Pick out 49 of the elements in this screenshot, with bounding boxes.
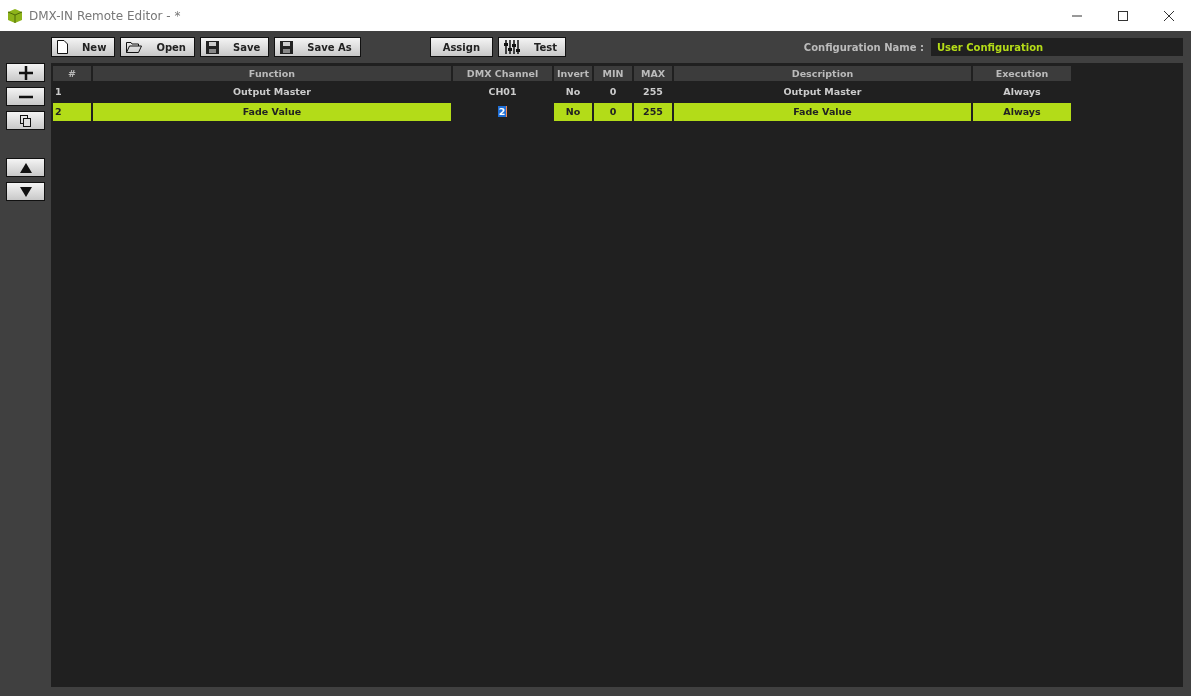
copy-icon [20,114,31,127]
table-cell: No [554,103,592,121]
table-cell: 2 [53,103,91,121]
table-cell: 0 [594,103,632,121]
table-cell-text: No [564,85,582,99]
window-title: DMX-IN Remote Editor - * [29,8,181,23]
cube-logo-icon [7,7,23,24]
column-header[interactable]: Execution [973,66,1071,81]
table-cell-text: Always [1002,85,1042,99]
table-cell-text: Output Master [232,85,312,99]
column-header[interactable]: # [53,66,91,81]
toolbar-button[interactable]: Save As [274,37,361,57]
plus-icon [18,65,33,80]
table-cell-text: 2 [496,105,509,119]
folder-icon [126,41,143,53]
minus-icon [18,94,33,99]
table-cell-text: Output Master [782,85,863,99]
configuration-name-label: Configuration Name : [803,41,924,53]
toolbar-button[interactable]: Save [199,37,270,57]
column-header[interactable]: MIN [594,66,632,81]
toolbar-button[interactable]: Open [120,37,195,57]
column-header[interactable]: MAX [634,66,672,81]
configuration-name-field[interactable]: User Configuration [931,38,1183,56]
add-button[interactable] [6,63,45,82]
move-up-button[interactable] [6,158,45,177]
duplicate-button[interactable] [6,111,45,130]
table-cell: 255 [634,103,672,121]
column-header[interactable]: Invert [554,66,592,81]
move-down-button[interactable] [6,182,45,201]
table-cell-text: 0 [608,85,618,99]
up-triangle-icon [19,162,32,173]
toolbar-button[interactable]: Assign [429,37,493,57]
close-icon[interactable] [1164,10,1174,21]
table-cell-text: CH01 [487,85,518,99]
remove-button[interactable] [6,87,45,106]
toolbar-button[interactable]: Test [498,37,567,57]
page-icon [57,40,68,54]
table-cell: Fade Value [93,103,451,121]
table-cell-text: 1 [54,85,63,99]
sliders-icon [504,40,520,54]
table-cell: Always [973,103,1071,121]
toolbar-button[interactable]: New [51,37,116,57]
table-cell: Fade Value [674,103,971,121]
column-header[interactable]: Description [674,66,971,81]
maximize-icon[interactable] [1118,10,1128,21]
table-cell-text: 255 [642,85,664,99]
down-triangle-icon [19,186,32,197]
column-header[interactable]: Function [93,66,451,81]
column-header[interactable]: DMX Channel [453,66,552,81]
